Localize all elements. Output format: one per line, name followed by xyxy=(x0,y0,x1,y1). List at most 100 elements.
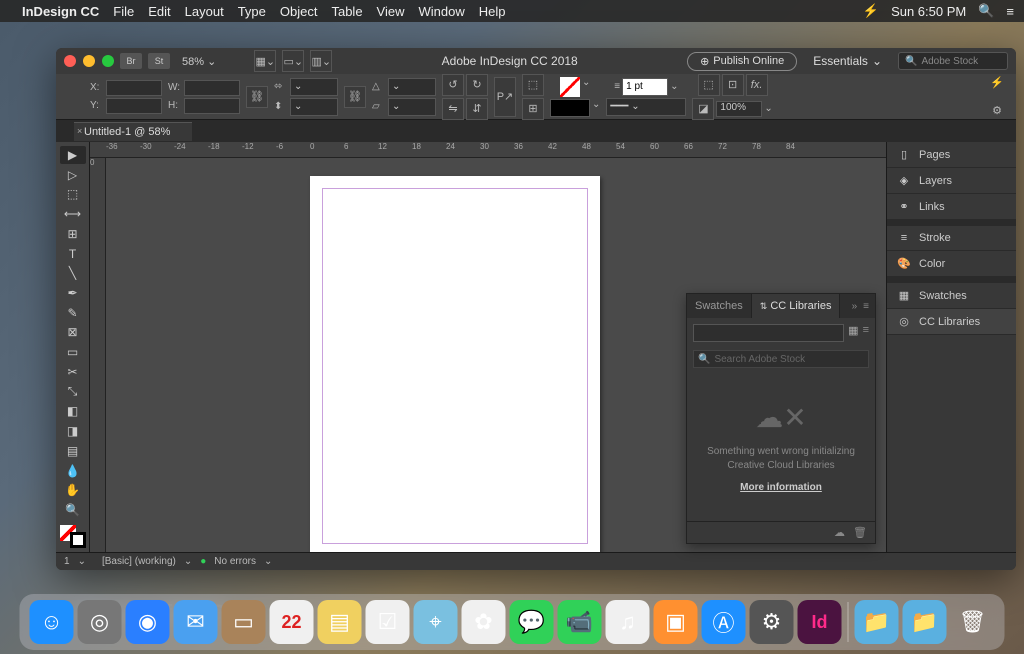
gradient-feather-tool[interactable]: ◨ xyxy=(60,422,86,440)
panel-swatches[interactable]: ▦Swatches xyxy=(887,283,1016,309)
dock-safari[interactable]: ◉ xyxy=(126,600,170,644)
dock-mail[interactable]: ✉ xyxy=(174,600,218,644)
stroke-swatch[interactable] xyxy=(550,99,590,117)
publish-online-button[interactable]: ⊕Publish Online xyxy=(687,52,797,71)
page-number[interactable]: 1 xyxy=(64,556,70,567)
preflight-dropdown-icon[interactable]: ⌄ xyxy=(264,556,272,567)
panel-layers[interactable]: ◈Layers xyxy=(887,168,1016,194)
zoom-tool[interactable]: 🔍 xyxy=(60,501,86,519)
zoom-dropdown[interactable]: 58% ⌄ xyxy=(176,54,222,69)
select-content-icon[interactable]: ⊞ xyxy=(522,98,544,120)
scissors-tool[interactable]: ✂ xyxy=(60,363,86,381)
document-page[interactable] xyxy=(310,176,600,552)
dock-facetime[interactable]: 📹 xyxy=(558,600,602,644)
style-dropdown-icon[interactable]: ⌄ xyxy=(184,556,192,567)
document-tab[interactable]: ×Untitled-1 @ 58% xyxy=(74,122,192,141)
panel-pages[interactable]: ▯Pages xyxy=(887,142,1016,168)
note-tool[interactable]: ▤ xyxy=(60,442,86,460)
eyedropper-tool[interactable]: 💧 xyxy=(60,462,86,480)
list-view-icon[interactable]: ≡ xyxy=(863,324,869,346)
corner-options-icon[interactable]: ⬚ xyxy=(698,74,720,96)
dock-finder[interactable]: ☺ xyxy=(30,600,74,644)
balance-icon[interactable]: ⊡ xyxy=(722,74,744,96)
close-tab-icon[interactable]: × xyxy=(77,126,82,136)
direct-selection-tool[interactable]: ▷ xyxy=(60,166,86,184)
collapse-icon[interactable]: » xyxy=(852,301,858,312)
maximize-button[interactable] xyxy=(102,55,114,67)
arrange-icon[interactable]: ▥⌄ xyxy=(310,50,332,72)
library-select[interactable] xyxy=(693,324,844,342)
view-options-icon[interactable]: ▦⌄ xyxy=(254,50,276,72)
dock-contacts[interactable]: ▭ xyxy=(222,600,266,644)
type-tool[interactable]: T xyxy=(60,245,86,263)
w-input[interactable] xyxy=(184,80,240,96)
preflight-status[interactable]: No errors xyxy=(214,556,256,567)
transform-point-icon[interactable]: P↗ xyxy=(494,77,516,117)
panel-menu-icon[interactable]: ≡ xyxy=(863,301,869,312)
content-collector-tool[interactable]: ⊞ xyxy=(60,225,86,243)
dock-photos[interactable]: ✿ xyxy=(462,600,506,644)
dock-ibooks[interactable]: ▣ xyxy=(654,600,698,644)
bridge-button[interactable]: Br xyxy=(120,53,142,69)
rotate-dropdown[interactable]: ⌄ xyxy=(388,78,436,96)
grid-view-icon[interactable]: ▦ xyxy=(848,324,858,346)
horizontal-ruler[interactable]: -36-30-24-18-12-606121824303642485460667… xyxy=(90,142,886,158)
control-menu-icon[interactable]: ⚙ xyxy=(986,100,1008,122)
page-tool[interactable]: ⬚ xyxy=(60,185,86,203)
dock-appstore[interactable]: Ⓐ xyxy=(702,600,746,644)
flip-h-icon[interactable]: ⇋ xyxy=(442,98,464,120)
panel-color[interactable]: 🎨Color xyxy=(887,251,1016,277)
dock-notes[interactable]: ▤ xyxy=(318,600,362,644)
panel-stroke[interactable]: ≡Stroke xyxy=(887,226,1016,251)
fx-icon[interactable]: fx. xyxy=(746,74,768,96)
select-container-icon[interactable]: ⬚ xyxy=(522,74,544,96)
rectangle-frame-tool[interactable]: ⊠ xyxy=(60,324,86,342)
dock-launchpad[interactable]: ◎ xyxy=(78,600,122,644)
selection-tool[interactable]: ▶ xyxy=(60,146,86,164)
gap-tool[interactable]: ⟷ xyxy=(60,205,86,223)
dock-trash[interactable]: 🗑 xyxy=(951,600,995,644)
rotate-ccw-icon[interactable]: ↺ xyxy=(442,74,464,96)
link-scale-icon[interactable]: ⛓ xyxy=(344,86,366,108)
adobe-stock-search[interactable]: 🔍 Adobe Stock xyxy=(898,52,1008,70)
stock-button[interactable]: St xyxy=(148,53,170,69)
quick-apply-icon[interactable]: ⚡ xyxy=(986,72,1008,94)
h-input[interactable] xyxy=(184,98,240,114)
reference-point-grid[interactable] xyxy=(64,87,84,107)
tab-cclibraries[interactable]: ⇅ CC Libraries xyxy=(752,294,841,318)
rectangle-tool[interactable]: ▭ xyxy=(60,343,86,361)
pen-tool[interactable]: ✒ xyxy=(60,284,86,302)
dock-itunes[interactable]: ♫ xyxy=(606,600,650,644)
fill-stroke-proxy[interactable] xyxy=(60,525,86,548)
y-input[interactable] xyxy=(106,98,162,114)
page-nav-dropdown[interactable]: ⌄ xyxy=(78,556,86,567)
dock-reminders[interactable]: ☑ xyxy=(366,600,410,644)
dock-indesign[interactable]: Id xyxy=(798,600,842,644)
x-input[interactable] xyxy=(106,80,162,96)
dock-calendar[interactable]: 22 xyxy=(270,600,314,644)
free-transform-tool[interactable]: ⤡ xyxy=(60,383,86,401)
more-information-link[interactable]: More information xyxy=(703,481,859,495)
close-button[interactable] xyxy=(64,55,76,67)
dock-messages[interactable]: 💬 xyxy=(510,600,554,644)
shear-dropdown[interactable]: ⌄ xyxy=(388,98,436,116)
workspace-switcher[interactable]: Essentials⌄ xyxy=(813,54,882,68)
fill-swatch[interactable] xyxy=(560,77,580,97)
panel-cclibraries[interactable]: ◎CC Libraries xyxy=(887,309,1016,335)
constrain-icon[interactable]: ⛓ xyxy=(246,86,268,108)
para-style[interactable]: [Basic] (working) xyxy=(102,556,176,567)
dock-preferences[interactable]: ⚙ xyxy=(750,600,794,644)
panel-links[interactable]: ⚭Links xyxy=(887,194,1016,220)
dock-folder2[interactable]: 📁 xyxy=(903,600,947,644)
rotate-cw-icon[interactable]: ↻ xyxy=(466,74,488,96)
minimize-button[interactable] xyxy=(83,55,95,67)
tab-swatches[interactable]: Swatches xyxy=(687,294,752,318)
hand-tool[interactable]: ✋ xyxy=(60,481,86,499)
scale-x-dropdown[interactable]: ⌄ xyxy=(290,78,338,96)
opacity-field[interactable]: 100% xyxy=(716,101,762,117)
dock-maps[interactable]: ⌖ xyxy=(414,600,458,644)
flip-v-icon[interactable]: ⇵ xyxy=(466,98,488,120)
scale-y-dropdown[interactable]: ⌄ xyxy=(290,98,338,116)
drop-shadow-icon[interactable]: ◪ xyxy=(692,98,714,120)
dock-folder1[interactable]: 📁 xyxy=(855,600,899,644)
